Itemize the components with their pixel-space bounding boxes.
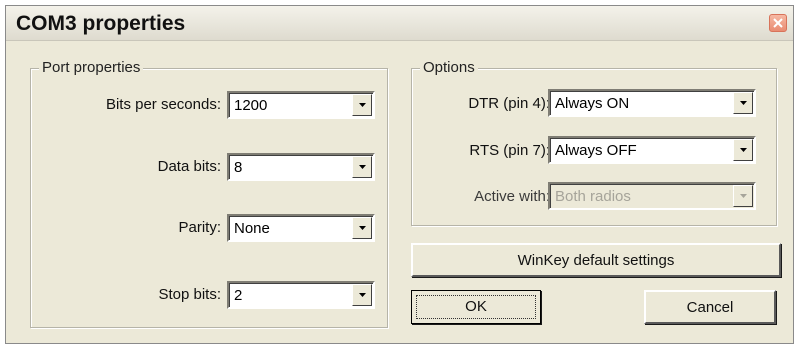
stop-bits-label: Stop bits: — [158, 286, 221, 303]
data-bits-select[interactable]: 8 — [227, 153, 375, 181]
winkey-default-settings-button[interactable]: WinKey default settings — [411, 243, 781, 277]
close-button[interactable] — [769, 14, 787, 32]
rts-label: RTS (pin 7): — [469, 142, 550, 159]
stop-bits-value: 2 — [234, 287, 243, 304]
focus-rectangle — [416, 295, 536, 319]
data-bits-dropdown-button[interactable] — [352, 156, 372, 178]
chevron-down-icon — [359, 165, 366, 169]
chevron-down-icon — [359, 226, 366, 230]
stop-bits-select[interactable]: 2 — [227, 281, 375, 309]
parity-select[interactable]: None — [227, 214, 375, 242]
chevron-down-icon — [359, 293, 366, 297]
options-legend: Options — [420, 59, 478, 76]
chevron-down-icon — [740, 194, 747, 198]
active-with-label: Active with: — [474, 188, 550, 205]
active-with-dropdown-button — [733, 185, 753, 207]
dtr-value: Always ON — [555, 95, 630, 112]
options-group: Options DTR (pin 4): Always ON RTS (pin … — [411, 59, 777, 226]
cancel-button[interactable]: Cancel — [644, 290, 776, 324]
dtr-dropdown-button[interactable] — [733, 92, 753, 114]
com3-properties-dialog: COM3 properties Port properties Bits per… — [5, 5, 794, 344]
close-icon — [773, 18, 783, 28]
dtr-select[interactable]: Always ON — [548, 89, 756, 117]
chevron-down-icon — [359, 103, 366, 107]
bits-per-second-value: 1200 — [234, 97, 268, 114]
dialog-title: COM3 properties — [16, 12, 186, 35]
port-properties-legend: Port properties — [39, 59, 144, 76]
dtr-label: DTR (pin 4): — [468, 95, 550, 112]
parity-dropdown-button[interactable] — [352, 217, 372, 239]
parity-label: Parity: — [178, 219, 221, 236]
bits-per-second-dropdown-button[interactable] — [352, 94, 372, 116]
rts-dropdown-button[interactable] — [733, 139, 753, 161]
winkey-default-settings-label: WinKey default settings — [517, 252, 675, 269]
data-bits-value: 8 — [234, 159, 243, 176]
active-with-select: Both radios — [548, 182, 756, 210]
rts-select[interactable]: Always OFF — [548, 136, 756, 164]
rts-value: Always OFF — [555, 142, 637, 159]
port-properties-group: Port properties Bits per seconds: 1200 D… — [30, 59, 388, 328]
active-with-value: Both radios — [555, 188, 631, 205]
parity-value: None — [234, 220, 270, 237]
chevron-down-icon — [740, 101, 747, 105]
title-bar[interactable]: COM3 properties — [6, 6, 793, 41]
data-bits-label: Data bits: — [157, 158, 221, 175]
cancel-label: Cancel — [686, 299, 734, 316]
bits-per-second-select[interactable]: 1200 — [227, 91, 375, 119]
ok-button[interactable]: OK — [411, 290, 541, 324]
stop-bits-dropdown-button[interactable] — [352, 284, 372, 306]
chevron-down-icon — [740, 148, 747, 152]
bits-per-second-label: Bits per seconds: — [105, 96, 221, 113]
